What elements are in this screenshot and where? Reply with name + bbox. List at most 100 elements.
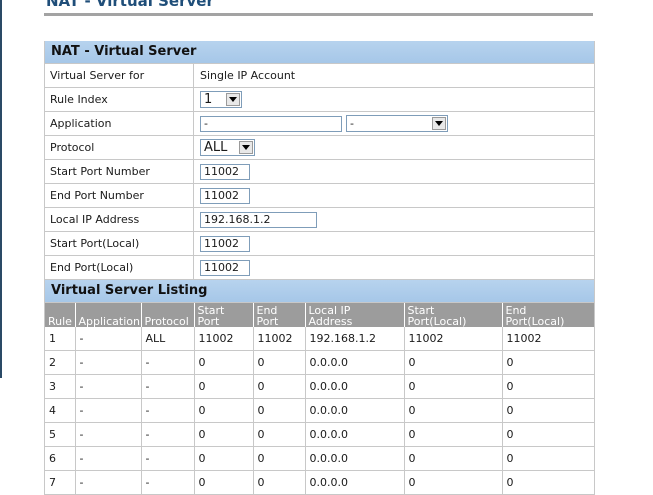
cell-application: - <box>75 470 142 495</box>
cell-end-local: 0 <box>502 422 594 447</box>
cell-protocol: - <box>141 422 195 447</box>
cell-protocol: - <box>141 470 195 495</box>
table-row: 5 - - 0 0 0.0.0.0 0 0 <box>45 422 594 447</box>
cell-protocol: - <box>141 350 195 375</box>
table-row: 7 - - 0 0 0.0.0.0 0 0 <box>45 470 594 495</box>
table-header-row: Rule Application Protocol Start Port End P… <box>45 303 594 327</box>
cell-local-ip: 0.0.0.0 <box>305 374 405 399</box>
cell-start-port: 11002 <box>194 327 254 351</box>
rule-index-value: 1 <box>204 92 213 107</box>
cell-start-port: 0 <box>194 470 254 495</box>
chevron-down-icon[interactable] <box>432 117 446 130</box>
cell-end-port: 0 <box>253 422 306 447</box>
protocol-select[interactable]: ALL <box>200 139 255 156</box>
start-port-local-input[interactable]: 11002 <box>200 235 250 252</box>
cell-start-port: 0 <box>194 422 254 447</box>
local-ip-address-input[interactable]: 192.168.1.2 <box>200 211 317 228</box>
protocol-value: ALL <box>204 140 228 155</box>
cell-rule: 5 <box>45 422 76 447</box>
cell-end-local: 11002 <box>502 327 594 351</box>
cell-start-port: 0 <box>194 446 254 471</box>
cell-end-port: 0 <box>253 350 306 375</box>
chevron-down-icon[interactable] <box>226 93 240 106</box>
cell-rule: 7 <box>45 470 76 495</box>
form-section-title: NAT - Virtual Server <box>45 41 594 64</box>
cell-application: - <box>75 446 142 471</box>
table-row: 4 - - 0 0 0.0.0.0 0 0 <box>45 398 594 423</box>
row-start-port-local: Start Port(Local) 11002 <box>45 232 594 256</box>
start-port-number-input[interactable]: 11002 <box>200 163 250 180</box>
label-virtual-server-for: Virtual Server for <box>45 64 194 87</box>
application-input[interactable]: - <box>200 115 342 132</box>
cell-end-port: 0 <box>253 470 306 495</box>
col-header-end-port-line2: Port <box>256 315 279 328</box>
application-select[interactable]: - <box>346 115 448 132</box>
col-header-start-port-line2: Port <box>197 315 220 328</box>
col-header-end-port: End Port <box>253 303 306 328</box>
cell-application: - <box>75 374 142 399</box>
row-protocol: Protocol ALL <box>45 136 594 160</box>
chevron-down-icon[interactable] <box>239 141 253 154</box>
page-title: NAT - Virtual Server <box>46 0 214 10</box>
cell-local-ip: 0.0.0.0 <box>305 446 405 471</box>
cell-rule: 2 <box>45 350 76 375</box>
cell-end-port: 11002 <box>253 327 306 351</box>
row-rule-index: Rule Index 1 <box>45 88 594 112</box>
col-header-local-ip: Local IP Address <box>305 303 405 328</box>
cell-rule: 6 <box>45 446 76 471</box>
row-end-port-number: End Port Number 11002 <box>45 184 594 208</box>
label-end-port-local: End Port(Local) <box>45 256 194 279</box>
cell-start-local: 11002 <box>404 327 503 351</box>
label-application: Application <box>45 112 194 135</box>
virtual-server-table: Rule Application Protocol Start Port End P… <box>45 303 594 495</box>
col-header-protocol: Protocol <box>141 303 195 327</box>
cell-application: - <box>75 398 142 423</box>
cell-rule: 3 <box>45 374 76 399</box>
end-port-number-input[interactable]: 11002 <box>200 187 250 204</box>
col-header-local-ip-line2: Address <box>308 315 353 328</box>
table-row: 2 - - 0 0 0.0.0.0 0 0 <box>45 350 594 375</box>
cell-protocol: - <box>141 374 195 399</box>
cell-start-local: 0 <box>404 422 503 447</box>
table-row: 1 - ALL 11002 11002 192.168.1.2 11002 11… <box>45 327 594 351</box>
cell-start-local: 0 <box>404 446 503 471</box>
value-virtual-server-for: Single IP Account <box>200 69 296 82</box>
label-start-port-number: Start Port Number <box>45 160 194 183</box>
cell-local-ip: 192.168.1.2 <box>305 327 405 351</box>
col-header-start-local: Start Port(Local) <box>404 303 503 327</box>
cell-local-ip: 0.0.0.0 <box>305 398 405 423</box>
cell-start-local: 0 <box>404 398 503 423</box>
row-start-port-number: Start Port Number 11002 <box>45 160 594 184</box>
end-port-local-input[interactable]: 11002 <box>200 259 250 276</box>
cell-rule: 4 <box>45 398 76 423</box>
col-header-end-local-line2: Port(Local) <box>505 315 565 328</box>
cell-start-port: 0 <box>194 350 254 375</box>
cell-application: - <box>75 350 142 375</box>
cell-start-port: 0 <box>194 398 254 423</box>
table-row: 3 - - 0 0 0.0.0.0 0 0 <box>45 374 594 399</box>
cell-start-local: 0 <box>404 374 503 399</box>
cell-local-ip: 0.0.0.0 <box>305 350 405 375</box>
label-rule-index: Rule Index <box>45 88 194 111</box>
rule-index-select[interactable]: 1 <box>200 91 242 108</box>
row-local-ip-address: Local IP Address 192.168.1.2 <box>45 208 594 232</box>
cell-protocol: - <box>141 398 195 423</box>
title-divider <box>44 13 593 16</box>
cell-protocol: ALL <box>141 327 195 351</box>
row-virtual-server-for: Virtual Server for Single IP Account <box>45 64 594 88</box>
label-end-port-number: End Port Number <box>45 184 194 207</box>
cell-end-local: 0 <box>502 374 594 399</box>
cell-end-port: 0 <box>253 398 306 423</box>
cell-rule: 1 <box>45 327 76 351</box>
cell-start-local: 0 <box>404 470 503 495</box>
cell-application: - <box>75 422 142 447</box>
cell-protocol: - <box>141 446 195 471</box>
label-start-port-local: Start Port(Local) <box>45 232 194 255</box>
application-select-value: - <box>350 117 354 130</box>
label-local-ip-address: Local IP Address <box>45 208 194 231</box>
col-header-end-local: End Port(Local) <box>502 303 594 327</box>
label-protocol: Protocol <box>45 136 194 159</box>
row-end-port-local: End Port(Local) 11002 <box>45 256 594 280</box>
settings-panel: NAT - Virtual Server Virtual Server for … <box>44 41 595 495</box>
cell-end-port: 0 <box>253 446 306 471</box>
